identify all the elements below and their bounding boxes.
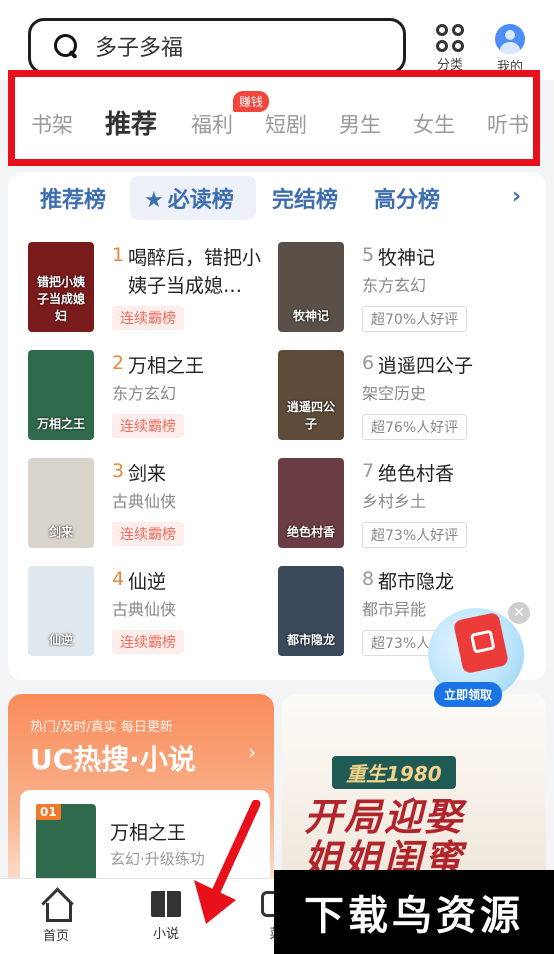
watermark: 下载鸟资源 [274,870,554,954]
cover-title: 仙逆 [48,633,73,647]
star-icon: ★ [144,188,164,213]
book-title: 仙逆 [128,571,167,593]
cover-title: 错把小姨子当成媳妇 [36,275,85,323]
earn-badge: 赚钱 [233,91,270,112]
book-cover: 都市隐龙 [278,566,344,656]
book-title: 都市隐龙 [378,571,455,593]
annotation-arrow [194,800,261,924]
nav-home-label: 首页 [42,929,69,944]
search-input[interactable]: 多子多福 [28,18,406,74]
tab-welfare[interactable]: 福利 [191,109,233,139]
cover-title: 都市隐龙 [286,633,335,647]
book-cover: 错把小姨子当成媳妇 [28,242,94,332]
hot-title: UC热搜·小说 [30,743,196,776]
book-rank: 3 [112,460,125,482]
book-tag: 连续霸榜 [112,414,184,438]
tab-recommend[interactable]: 推荐 [105,104,157,141]
channel-tabs-highlight: 书架 推荐 福利 赚钱 短剧 男生 女生 听书 [8,70,540,166]
rank-tab-high-score[interactable]: 高分榜 [374,182,440,214]
book-title: 绝色村香 [378,463,455,485]
rank-tab-completed[interactable]: 完结榜 [272,182,338,214]
book-rank: 6 [362,352,375,374]
cover-title: 绝色村香 [286,525,335,539]
book-tag: 连续霸榜 [112,630,184,654]
profile-button[interactable]: 我的 [490,24,530,75]
grid-icon [436,24,464,52]
book-item[interactable]: 逍遥四公子 6 逍遥四公子 架空历史 超76%人好评 [278,350,528,442]
book-title: 万相之王 [128,355,205,377]
chevron-right-icon: › [248,740,256,764]
rank-tab-must-read-label: 必读榜 [167,188,234,213]
book-title: 剑来 [128,463,167,485]
book-cover: 仙逆 [28,566,94,656]
nav-novel[interactable]: 小说 [136,891,196,942]
claim-now-button[interactable]: 立即领取 [434,682,503,707]
cover-title: 万相之王 [36,417,85,431]
book-tag: 超70%人好评 [362,306,468,332]
cover-title: 剑来 [48,525,73,539]
tab-audiobook[interactable]: 听书 [487,109,529,139]
book-item[interactable]: 剑来 3 剑来 古典仙侠 连续霸榜 [28,458,278,550]
search-icon [53,33,79,59]
tab-female[interactable]: 女生 [413,109,455,139]
book-genre: 都市异能 [362,600,427,619]
book-rank: 4 [112,568,125,590]
book-tag: 超76%人好评 [362,414,468,440]
nav-home[interactable]: 首页 [26,891,86,944]
top-bar: 多子多福 分类 我的 [0,0,554,80]
book-genre: 古典仙侠 [112,492,177,511]
hot-book-name: 万相之王 [110,822,187,844]
tab-male[interactable]: 男生 [339,109,381,139]
hot-subtitle: 热门/及时/真实 每日更新 [30,720,173,735]
cover-title: 牧神记 [292,309,329,323]
channel-tabs: 书架 推荐 福利 赚钱 短剧 男生 女生 听书 [23,91,539,145]
book-cover: 万相之王 [28,350,94,440]
promo-banner: 重生1980 [332,756,456,789]
book-cover: 牧神记 [278,242,344,332]
book-item[interactable]: 绝色村香 7 绝色村香 乡村乡土 超73%人好评 [278,458,528,550]
book-item[interactable]: 牧神记 5 牧神记 东方玄幻 超70%人好评 [278,242,528,334]
book-title: 喝醉后，错把小姨子当成媳… [128,247,262,297]
book-rank: 2 [112,352,125,374]
tab-short-drama[interactable]: 短剧 [265,109,307,139]
book-item[interactable]: 错把小姨子当成媳妇 1 喝醉后，错把小姨子当成媳… 连续霸榜 [28,242,278,334]
book-genre: 架空历史 [362,384,427,403]
book-item[interactable]: 仙逆 4 仙逆 古典仙侠 连续霸榜 [28,566,278,658]
book-genre: 东方玄幻 [112,384,177,403]
promo-book-card[interactable]: 重生1980 开局迎娶 姐姐闺蜜 [282,694,546,894]
book-tag: 超73%人好评 [362,522,468,548]
nav-novel-label: 小说 [152,927,179,942]
book-rank: 8 [362,568,375,590]
book-item[interactable]: 万相之王 2 万相之王 东方玄幻 连续霸榜 [28,350,278,442]
tab-bookshelf[interactable]: 书架 [31,109,73,139]
watermark-text: 下载鸟资源 [304,893,524,939]
chevron-right-icon[interactable]: › [512,184,521,209]
book-title: 逍遥四公子 [378,355,474,377]
book-tag: 连续霸榜 [112,306,184,330]
home-icon [41,891,72,922]
cover-title: 逍遥四公子 [286,400,335,431]
search-query: 多子多福 [95,36,184,61]
rank-tabs: 推荐榜 ★ 必读榜 完结榜 高分榜 › [8,172,546,228]
rank-tab-must-read[interactable]: ★ 必读榜 [144,182,234,214]
avatar-icon [495,24,525,54]
book-genre: 古典仙侠 [112,600,177,619]
rank-tab-recommend[interactable]: 推荐榜 [40,182,106,214]
book-rank: 7 [362,460,375,482]
red-packet-float[interactable]: ✕ 立即领取 [428,602,532,707]
book-icon [151,891,181,917]
book-cover: 剑来 [28,458,94,548]
book-genre: 东方玄幻 [362,276,427,295]
book-title: 牧神记 [378,247,436,269]
book-rank: 1 [112,244,125,266]
book-cover: 逍遥四公子 [278,350,344,440]
rank-badge: 01 [36,804,61,820]
book-genre: 乡村乡土 [362,492,427,511]
book-rank: 5 [362,244,375,266]
book-tag: 连续霸榜 [112,522,184,546]
close-icon[interactable]: ✕ [508,602,530,624]
category-button[interactable]: 分类 [430,24,470,73]
book-cover: 绝色村香 [278,458,344,548]
